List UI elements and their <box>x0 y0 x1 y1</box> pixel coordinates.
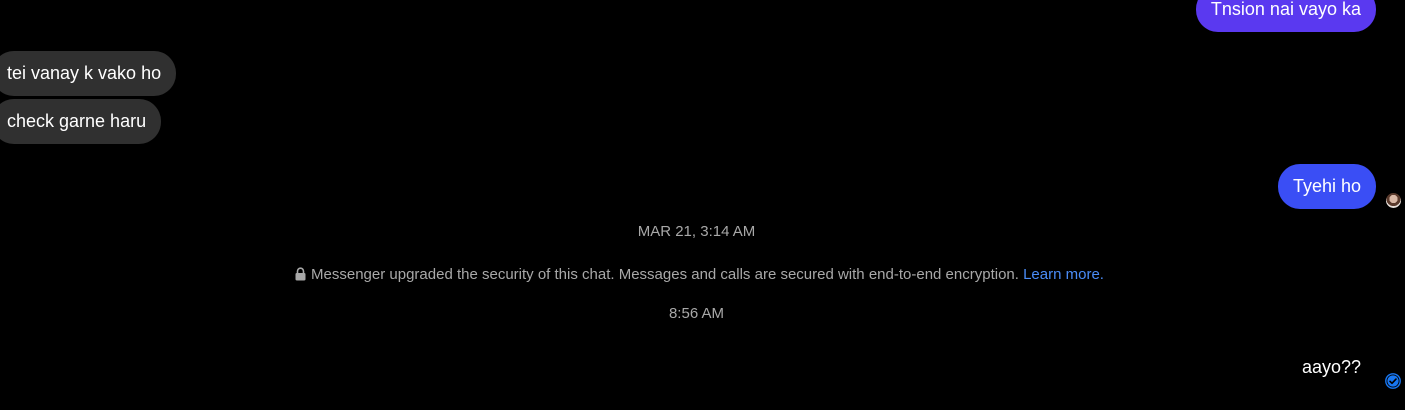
outgoing-message[interactable]: aayo?? <box>1302 356 1361 378</box>
lock-icon <box>295 267 306 281</box>
chat-thread: Tnsion nai vayo ka tei vanay k vako ho c… <box>0 0 1405 410</box>
encryption-notice: Messenger upgraded the security of this … <box>0 266 1399 284</box>
check-circle-icon <box>1385 373 1401 389</box>
encryption-notice-text: Messenger upgraded the security of this … <box>311 266 1019 283</box>
incoming-message[interactable]: check garne haru <box>0 99 162 144</box>
learn-more-link[interactable]: Learn more. <box>1023 266 1104 283</box>
timestamp: MAR 21, 3:14 AM <box>637 223 756 240</box>
read-receipt-avatar <box>1386 193 1401 208</box>
incoming-message[interactable]: tei vanay k vako ho <box>0 51 177 96</box>
outgoing-message[interactable]: Tyehi ho <box>1277 164 1376 209</box>
timestamp: 8:56 AM <box>668 305 725 322</box>
outgoing-message[interactable]: Tnsion nai vayo ka <box>1195 0 1376 32</box>
